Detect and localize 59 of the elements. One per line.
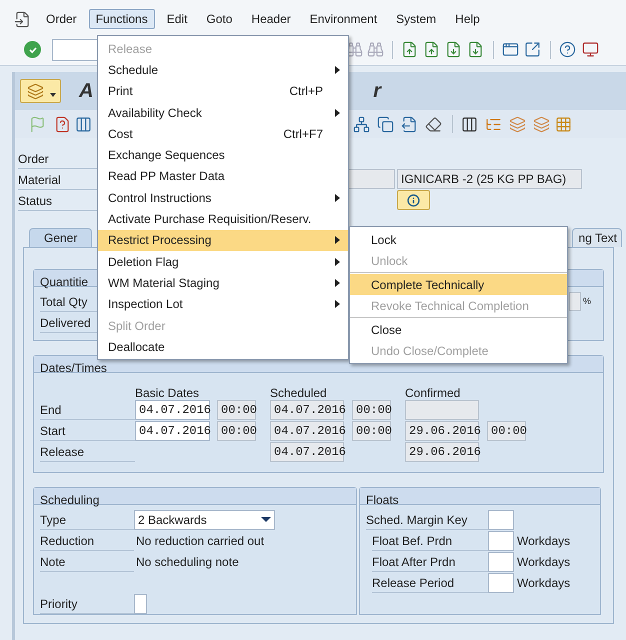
group-title: Floats [366, 493, 399, 507]
menu-item[interactable]: Deletion Flag [98, 250, 348, 272]
menu-item[interactable]: Deallocate [98, 336, 348, 358]
display-field: 04.07.2016 [270, 400, 344, 420]
shortcut-label: Ctrl+P [289, 83, 323, 100]
menu-item[interactable]: Close [350, 319, 567, 340]
menu-bar-item[interactable]: Environment [302, 9, 384, 29]
menu-item[interactable]: Print Ctrl+P [98, 80, 348, 102]
field-value: No reduction carried out [136, 533, 264, 550]
menu-item[interactable]: Exchange Sequences [98, 144, 348, 166]
menu-bar-item[interactable]: System [389, 9, 444, 29]
menu-bar-item[interactable]: Order [39, 9, 84, 29]
field-label: Note [40, 551, 134, 572]
menu-item[interactable]: Lock [350, 229, 567, 250]
input-field[interactable]: 04.07.2016 [135, 400, 210, 420]
column-header: Scheduled [270, 386, 327, 400]
display-field: 00:00 [487, 420, 526, 440]
menu-item[interactable]: Read PP Master Data [98, 166, 348, 188]
menu-item[interactable]: Activate Purchase Requisition/Reserv. [98, 208, 348, 230]
field-label: Reduction [40, 530, 134, 551]
menu-bar-item[interactable]: Header [244, 9, 298, 29]
unit-label: Workdays [517, 532, 570, 550]
description-field: IGNICARB -2 (25 KG PP BAG) [397, 169, 582, 189]
display-field: 00:00 [352, 420, 391, 440]
type-dropdown[interactable]: 2 Backwards [134, 510, 275, 530]
menu-item[interactable]: Control Instructions [98, 187, 348, 208]
input-field[interactable]: 04.07.2016 [135, 420, 210, 440]
unit-label: % [582, 294, 591, 308]
display-field: 00:00 [217, 400, 256, 420]
menu-item[interactable]: Availability Check [98, 102, 348, 124]
menu-item[interactable]: Restrict Processing [98, 230, 348, 251]
display-field: 04.07.2016 [270, 442, 344, 462]
group-title: Dates/Times [40, 361, 107, 375]
menu-item[interactable]: WM Material Staging [98, 272, 348, 294]
group-title: Scheduling [40, 493, 100, 507]
unit-label: Workdays [517, 574, 570, 592]
menu-bar-item[interactable]: Functions [88, 9, 155, 29]
group-title: Quantitie [40, 275, 88, 289]
menu-bar-item[interactable]: Help [448, 9, 487, 29]
screen-title: A [79, 79, 94, 104]
unit-label: Workdays [517, 554, 570, 570]
shortcut-label: Ctrl+F7 [283, 126, 323, 143]
screen-title: r [373, 79, 381, 104]
column-header: Confirmed [405, 386, 460, 400]
menu-item[interactable]: Complete Technically [350, 274, 567, 295]
field-value: No scheduling note [136, 554, 239, 571]
tab[interactable]: ng Text [572, 228, 622, 247]
display-field: 29.06.2016 [405, 442, 479, 462]
menu-item[interactable]: Schedule [98, 59, 348, 81]
tab[interactable]: Gener [29, 228, 92, 247]
column-header: Basic Dates [135, 386, 200, 400]
menu-bar-item[interactable]: Edit [160, 9, 194, 29]
menu-item[interactable]: Cost Ctrl+F7 [98, 123, 348, 144]
display-field: 04.07.2016 [270, 420, 344, 440]
field-label: Release [40, 441, 135, 462]
menu-bar-item[interactable]: Goto [199, 9, 240, 29]
display-field: 00:00 [352, 400, 391, 420]
display-field: 29.06.2016 [405, 420, 479, 440]
display-field: 00:00 [217, 420, 256, 440]
